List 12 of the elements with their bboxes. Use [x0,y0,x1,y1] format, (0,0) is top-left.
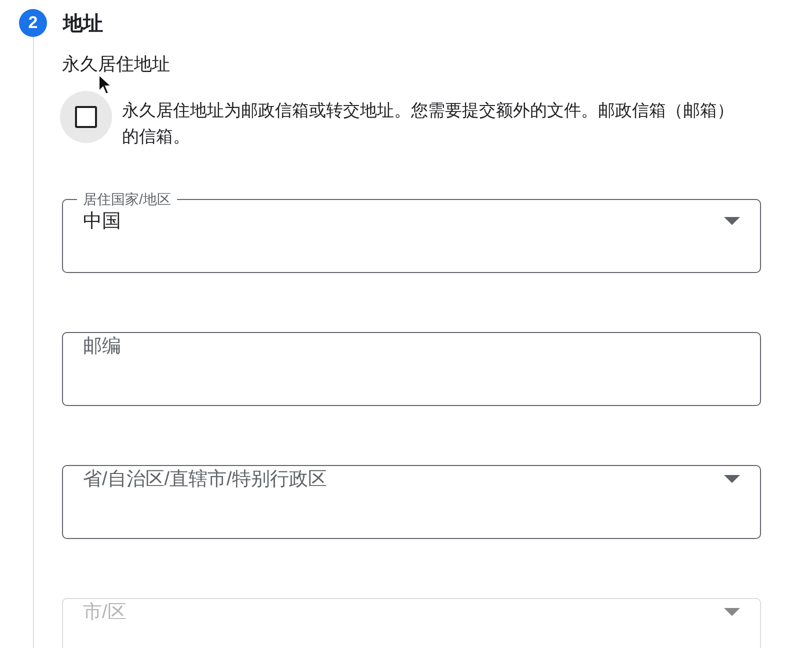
subsection-label: 永久居住地址 [62,53,170,76]
dropdown-field[interactable]: 省/自治区/直辖市/特别行政区 [62,465,761,539]
caret-icon [724,217,740,225]
dropdown-field[interactable]: 居住国家/地区 中国 [62,190,761,273]
section-title: 地址 [63,12,103,36]
mouse-cursor-icon [98,74,112,96]
checkbox[interactable] [60,91,112,143]
caret-icon [724,608,740,616]
caret-icon [724,475,740,483]
step-number-badge: 2 [19,9,47,37]
checkbox-label: 永久居住地址为邮政信箱或转交地址。您需要提交额外的文件。邮政信箱（邮箱）的信箱。 [122,100,735,148]
input-field[interactable]: 邮编 [62,332,761,406]
